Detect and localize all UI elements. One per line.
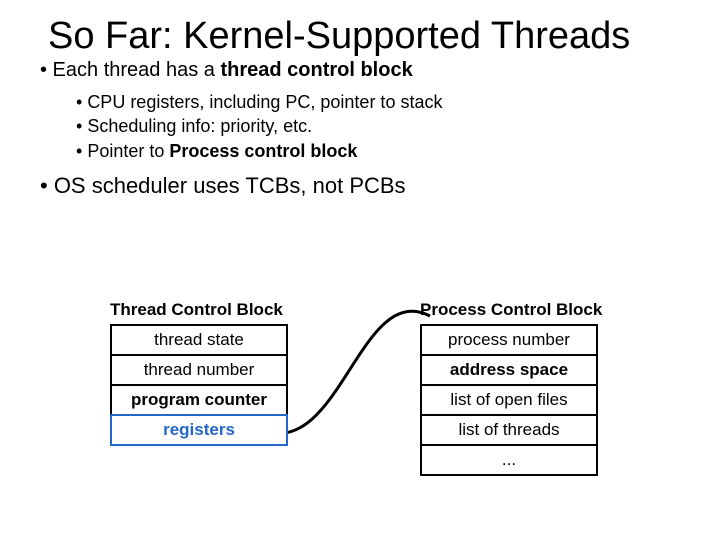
diagram: Thread Control Block thread state thread… <box>110 300 630 530</box>
pcb-ellipsis: ... <box>420 444 598 476</box>
pcb-list-threads: list of threads <box>420 414 598 446</box>
tcb-program-counter: program counter <box>110 384 288 416</box>
sub-bullet-a: CPU registers, including PC, pointer to … <box>76 90 692 114</box>
pcb-address-space: address space <box>420 354 598 386</box>
bullet-1-bold: thread control block <box>220 59 412 81</box>
sub-bullets: CPU registers, including PC, pointer to … <box>76 90 692 163</box>
tcb-title: Thread Control Block <box>110 300 288 320</box>
tcb-thread-number: thread number <box>110 354 288 386</box>
pcb-open-files: list of open files <box>420 384 598 416</box>
tcb-thread-state: thread state <box>110 324 288 356</box>
pcb-process-number: process number <box>420 324 598 356</box>
sub-bullet-c: Pointer to Process control block <box>76 139 692 163</box>
sub-bullet-b: Scheduling info: priority, etc. <box>76 114 692 138</box>
tcb-registers: registers <box>110 414 288 446</box>
tcb-column: Thread Control Block thread state thread… <box>110 300 288 446</box>
bullet-1-pre: • Each thread has a <box>40 59 220 81</box>
pcb-title: Process Control Block <box>420 300 598 320</box>
sub-bullet-c-pre: Pointer to <box>87 141 169 161</box>
bullet-1: • Each thread has a thread control block <box>40 59 692 82</box>
pcb-column: Process Control Block process number add… <box>420 300 598 476</box>
slide-title: So Far: Kernel-Supported Threads <box>48 16 692 57</box>
sub-bullet-c-bold: Process control block <box>169 141 357 161</box>
bullet-2: • OS scheduler uses TCBs, not PCBs <box>40 173 692 199</box>
